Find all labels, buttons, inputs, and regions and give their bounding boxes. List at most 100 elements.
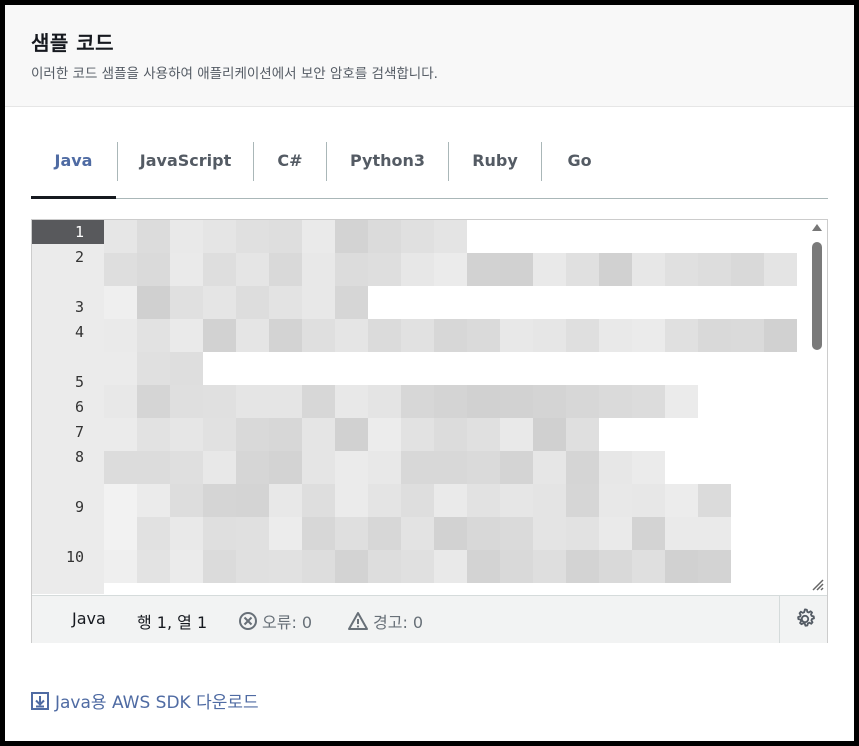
obscured-code-block [401,385,434,418]
obscured-code-block [401,517,434,550]
obscured-code-block [302,484,335,517]
status-errors-label: 오류: 0 [262,613,313,632]
obscured-code-block [236,385,269,418]
obscured-code-block [401,550,434,583]
obscured-code-block [632,253,665,286]
obscured-code-block [599,451,632,484]
obscured-code-block [335,484,368,517]
obscured-code-block [236,319,269,352]
obscured-code-block [599,253,632,286]
obscured-code-block [302,418,335,451]
tab-csharp[interactable]: C# [254,141,326,198]
line-number-gutter: 1 2 3 4 5 6 7 8 9 10 [32,220,104,594]
obscured-code-block [269,418,302,451]
obscured-code-block [269,550,302,583]
obscured-code-block [203,550,236,583]
obscured-code-block [533,319,566,352]
obscured-code-block [665,253,698,286]
obscured-code-block [500,418,533,451]
obscured-code-block [335,253,368,286]
obscured-code-block [401,319,434,352]
obscured-code-block [203,517,236,550]
obscured-code-block [764,253,797,286]
settings-separator [779,596,780,643]
obscured-code-block [170,385,203,418]
obscured-code-block [566,253,599,286]
obscured-code-block [467,517,500,550]
obscured-code-block [236,286,269,319]
obscured-code-block [104,352,137,385]
obscured-code-block [368,253,401,286]
obscured-code-block [137,352,170,385]
obscured-code-block [566,418,599,451]
panel-title: 샘플 코드 [31,31,115,55]
obscured-code-block [104,451,137,484]
obscured-code-block [203,286,236,319]
status-language: Java [72,609,106,628]
obscured-code-block [665,385,698,418]
obscured-code-block [236,220,269,253]
download-sdk-link[interactable]: Java용 AWS SDK 다운로드 [31,688,259,713]
obscured-code-block [302,286,335,319]
obscured-code-block [434,484,467,517]
obscured-code-block [104,286,137,319]
obscured-code-block [170,220,203,253]
obscured-code-block [533,451,566,484]
tab-ruby[interactable]: Ruby [449,141,541,198]
obscured-code-block [170,352,203,385]
obscured-code-block [599,319,632,352]
tab-java[interactable]: Java [31,141,116,199]
obscured-code-block [137,319,170,352]
obscured-code-block [137,550,170,583]
obscured-code-block [764,319,797,352]
obscured-code-block [104,319,137,352]
obscured-code-block [137,220,170,253]
obscured-code-block [467,253,500,286]
line-number: 5 [74,373,84,391]
obscured-code-block [203,451,236,484]
obscured-code-block [500,253,533,286]
obscured-code-block [269,385,302,418]
obscured-code-block [665,319,698,352]
scroll-up-icon[interactable] [812,224,822,231]
tab-javascript[interactable]: JavaScript [118,141,253,198]
obscured-code-block [500,550,533,583]
vertical-scrollbar[interactable] [809,222,825,594]
obscured-code-block [203,484,236,517]
panel-header: 샘플 코드 이러한 코드 샘플을 사용하여 애플리케이션에서 보안 암호를 검색… [5,5,854,107]
obscured-code-block [269,253,302,286]
obscured-code-block [731,253,764,286]
code-editor[interactable]: 1 2 3 4 5 6 7 8 9 10 Java 행 1, 열 1 오류: 0… [31,219,828,643]
scrollbar-thumb[interactable] [812,242,822,350]
tab-go[interactable]: Go [542,141,617,198]
obscured-code-block [698,253,731,286]
obscured-code-area[interactable] [104,220,806,594]
status-warnings[interactable]: 경고: 0 [347,609,423,633]
obscured-code-block [434,253,467,286]
obscured-code-block [599,385,632,418]
obscured-code-block [533,484,566,517]
obscured-code-block [335,451,368,484]
gear-icon[interactable] [794,608,816,630]
line-number: 9 [74,498,84,516]
obscured-code-block [170,418,203,451]
obscured-code-block [335,319,368,352]
obscured-code-block [533,418,566,451]
obscured-code-block [698,484,731,517]
obscured-code-block [632,385,665,418]
tab-python3[interactable]: Python3 [327,141,448,198]
obscured-code-block [236,550,269,583]
line-number: 10 [65,548,84,566]
obscured-code-block [302,517,335,550]
obscured-code-block [269,451,302,484]
obscured-code-block [467,484,500,517]
line-number: 7 [74,423,84,441]
status-errors[interactable]: 오류: 0 [238,609,312,633]
obscured-code-block [203,253,236,286]
obscured-code-block [335,220,368,253]
resize-handle-icon[interactable] [810,577,824,591]
obscured-code-block [302,550,335,583]
download-sdk-label: Java용 AWS SDK 다운로드 [55,693,259,713]
obscured-code-block [335,385,368,418]
obscured-code-block [467,550,500,583]
